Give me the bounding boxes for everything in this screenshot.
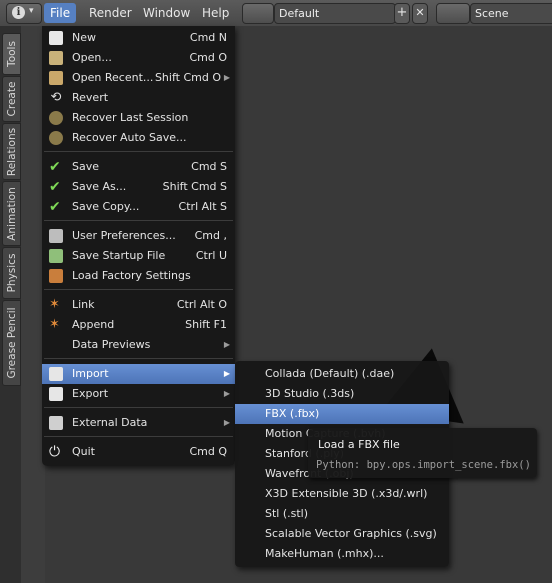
info-icon: i [12,6,25,19]
tool-tabs: Tools Create Relations Animation Physics… [0,26,21,583]
tooltip-python: Python: bpy.ops.import_scene.fbx() [316,459,531,471]
new-file-icon [49,31,63,45]
menu-item-link[interactable]: ✶ Link Ctrl Alt O [42,295,235,315]
import-item-collada[interactable]: Collada (Default) (.dae) [235,364,449,384]
menu-separator [44,358,233,359]
menu-item-import[interactable]: Import ▶ [42,364,235,384]
checkmark-icon: ✔ [49,159,61,175]
screen-layout-field[interactable]: Default [274,3,396,24]
file-menu: New Cmd N Open... Cmd O Open Recent... S… [42,26,235,466]
menu-item-save-as[interactable]: ✔ Save As... Shift Cmd S [42,177,235,197]
top-header: i ▾ File Render Window Help Default + ✕ … [0,0,552,27]
menu-item-user-preferences[interactable]: User Preferences... Cmd , [42,226,235,246]
menu-item-recover-last-session[interactable]: Recover Last Session [42,108,235,128]
menu-item-external-data[interactable]: External Data ▶ [42,413,235,433]
import-icon [49,367,63,381]
menu-separator [44,220,233,221]
tab-tools[interactable]: Tools [2,33,21,75]
submenu-arrow-icon: ▶ [223,340,230,349]
menu-separator [44,289,233,290]
menu-item-open[interactable]: Open... Cmd O [42,48,235,68]
menu-item-open-recent[interactable]: Open Recent... Shift Cmd O ▶ [42,68,235,88]
preferences-icon [49,229,63,243]
delete-layout-button[interactable]: ✕ [412,3,428,24]
menu-item-recover-auto-save[interactable]: Recover Auto Save... [42,128,235,148]
editor-type-button[interactable]: i ▾ [6,3,42,24]
power-icon: ⏻ [49,444,61,460]
export-icon [49,387,63,401]
append-icon: ✶ [49,317,60,332]
menu-item-new[interactable]: New Cmd N [42,28,235,48]
factory-settings-icon [49,269,63,283]
menu-file[interactable]: File [44,3,77,23]
screen-layout-icon[interactable] [242,3,274,24]
import-item-stl[interactable]: Stl (.stl) [235,504,449,524]
recent-files-icon [49,71,63,85]
menu-item-export[interactable]: Export ▶ [42,384,235,404]
tab-create[interactable]: Create [2,76,21,122]
import-item-fbx[interactable]: FBX (.fbx) [235,404,449,424]
external-data-icon [49,416,63,430]
tab-grease-pencil[interactable]: Grease Pencil [2,300,21,386]
menu-separator [44,436,233,437]
tooltip-title: Load a FBX file [318,438,400,451]
submenu-arrow-icon: ▶ [223,369,230,378]
menu-item-load-factory-settings[interactable]: Load Factory Settings [42,266,235,286]
menu-window[interactable]: Window [137,3,196,23]
folder-icon [49,51,63,65]
link-icon: ✶ [49,297,60,312]
menu-item-data-previews[interactable]: Data Previews ▶ [42,335,235,355]
menu-item-append[interactable]: ✶ Append Shift F1 [42,315,235,335]
menu-item-save-startup-file[interactable]: Save Startup File Ctrl U [42,246,235,266]
recover-auto-icon [49,131,63,145]
menu-render[interactable]: Render [83,3,138,23]
checkmark-icon: ✔ [49,199,61,215]
submenu-arrow-icon: ▶ [223,418,230,427]
menu-item-save[interactable]: ✔ Save Cmd S [42,157,235,177]
import-item-svg[interactable]: Scalable Vector Graphics (.svg) [235,524,449,544]
import-item-mhx[interactable]: MakeHuman (.mhx)... [235,544,449,564]
import-item-3ds[interactable]: 3D Studio (.3ds) [235,384,449,404]
checkmark-icon: ✔ [49,179,61,195]
tab-animation[interactable]: Animation [2,181,21,246]
scene-field[interactable]: Scene [470,3,552,24]
menu-item-revert[interactable]: ⟲ Revert [42,88,235,108]
revert-icon: ⟲ [50,90,62,105]
menu-item-save-copy[interactable]: ✔ Save Copy... Ctrl Alt S [42,197,235,217]
menu-help[interactable]: Help [196,3,235,23]
tab-relations[interactable]: Relations [2,123,21,180]
tab-physics[interactable]: Physics [2,247,21,299]
startup-file-icon [49,249,63,263]
import-item-x3d[interactable]: X3D Extensible 3D (.x3d/.wrl) [235,484,449,504]
menu-separator [44,151,233,152]
chevron-down-icon: ▾ [29,6,34,16]
submenu-arrow-icon: ▶ [223,73,230,82]
recover-icon [49,111,63,125]
add-layout-button[interactable]: + [394,3,410,24]
scene-icon[interactable] [436,3,470,24]
tooltip: Load a FBX file Python: bpy.ops.import_s… [308,428,537,478]
submenu-arrow-icon: ▶ [223,389,230,398]
menu-separator [44,407,233,408]
menu-item-quit[interactable]: ⏻ Quit Cmd Q [42,442,235,462]
